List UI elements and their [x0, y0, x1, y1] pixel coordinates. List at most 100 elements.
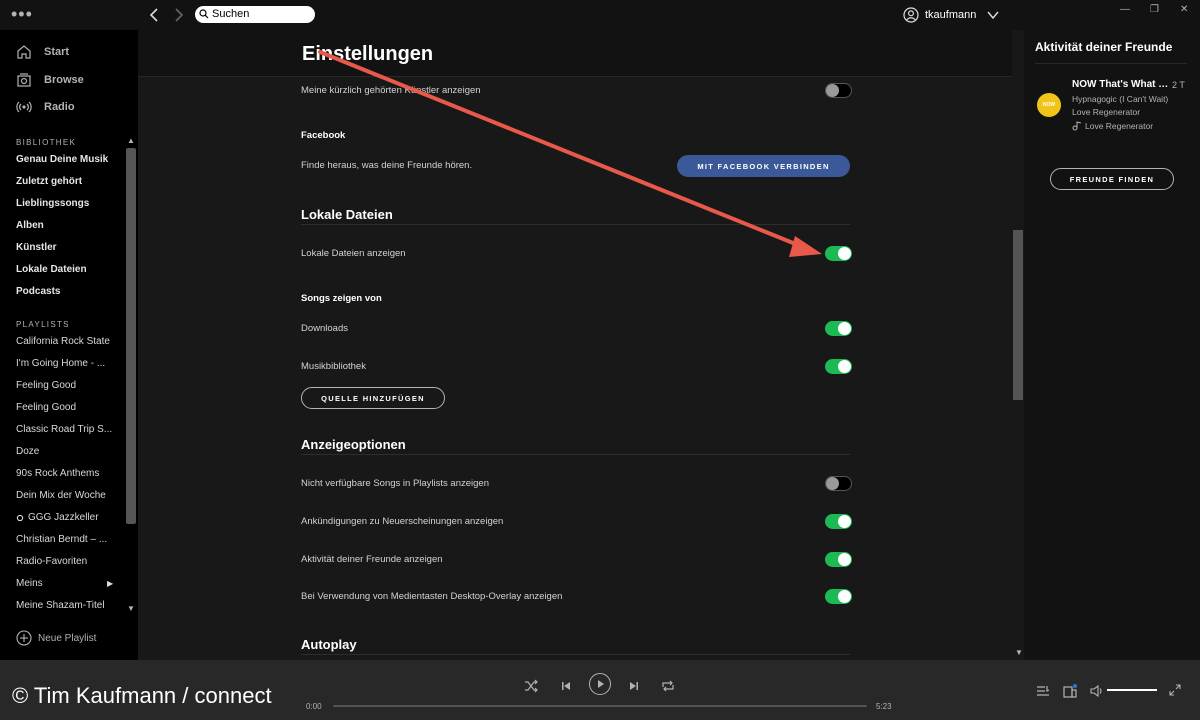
player-bar: © Tim Kaufmann / connect 0:00 5:23 [0, 660, 1200, 720]
friend-activity-toggle[interactable] [825, 552, 852, 567]
playlist-item[interactable]: 90s Rock Anthems [16, 468, 114, 479]
search-placeholder: Suchen [212, 8, 250, 20]
source-music-library-toggle[interactable] [825, 359, 852, 374]
friend-playing-title[interactable]: NOW That's What I Call Music [1072, 79, 1170, 90]
watermark: © Tim Kaufmann / connect [12, 683, 272, 708]
friends-title: Aktivität deiner Freunde [1035, 40, 1173, 54]
user-menu[interactable]: tkaufmann [903, 6, 976, 24]
previous-icon[interactable] [558, 678, 574, 694]
new-releases-toggle[interactable] [825, 514, 852, 529]
source-downloads-toggle[interactable] [825, 321, 852, 336]
sidebar-item-artists[interactable]: Künstler [16, 242, 122, 253]
sidebar-item-label: Browse [44, 74, 84, 86]
add-source-button[interactable]: QUELLE HINZUFÜGEN [301, 387, 445, 409]
new-releases-label: Ankündigungen zu Neuerscheinungen anzeig… [301, 516, 504, 527]
friend-activity-time: 2 T [1172, 80, 1185, 90]
chevron-down-icon[interactable] [986, 8, 1000, 22]
new-playlist-label: Neue Playlist [38, 632, 97, 644]
autoplay-heading: Autoplay [301, 637, 357, 652]
scroll-up-icon[interactable]: ▲ [127, 136, 135, 145]
library-section-label: BIBLIOTHEK [16, 138, 77, 147]
scroll-down-icon[interactable]: ▼ [1015, 648, 1023, 657]
recent-artists-label: Meine kürzlich gehörten Künstler anzeige… [301, 85, 481, 96]
desktop-overlay-label: Bei Verwendung von Medientasten Desktop-… [301, 591, 563, 602]
friend-avatar[interactable]: NOW [1037, 93, 1061, 117]
friend-activity-label: Aktivität deiner Freunde anzeigen [301, 554, 443, 565]
playlist-item[interactable]: Feeling Good [16, 380, 114, 391]
volume-icon[interactable] [1090, 684, 1104, 698]
collaborative-dot-icon [16, 514, 24, 521]
section-divider [301, 224, 850, 225]
fullscreen-icon[interactable] [1169, 684, 1181, 696]
sidebar-item-radio[interactable]: Radio [16, 97, 75, 117]
user-avatar-icon [903, 7, 919, 23]
shuffle-icon[interactable] [523, 678, 539, 694]
play-button[interactable] [589, 673, 611, 695]
connect-facebook-button[interactable]: MIT FACEBOOK VERBINDEN [677, 155, 850, 177]
sidebar-scrollbar[interactable] [126, 148, 136, 524]
playlist-item[interactable]: Feeling Good [16, 402, 114, 413]
progress-bar[interactable] [333, 705, 867, 707]
playlist-item[interactable]: Meine Shazam-Titel [16, 600, 114, 611]
scroll-down-icon[interactable]: ▼ [127, 604, 135, 613]
close-icon[interactable]: ✕ [1180, 4, 1188, 15]
menu-dots-icon[interactable]: ••• [11, 4, 33, 25]
desktop-overlay-toggle[interactable] [825, 589, 852, 604]
home-icon [17, 45, 31, 59]
queue-icon[interactable] [1036, 684, 1050, 698]
playlist-item[interactable]: GGG Jazzkeller [16, 512, 114, 523]
friend-context[interactable]: Love Regenerator [1072, 121, 1153, 131]
source-downloads-label: Downloads [301, 323, 348, 334]
total-time: 5:23 [876, 702, 892, 711]
browse-icon [17, 73, 31, 87]
friend-track[interactable]: Hypnagogic (I Can't Wait) [1072, 94, 1170, 104]
local-files-heading: Lokale Dateien [301, 207, 393, 222]
playlist-item-label: GGG Jazzkeller [28, 512, 99, 523]
repeat-icon[interactable] [660, 678, 676, 694]
unavailable-songs-label: Nicht verfügbare Songs in Playlists anze… [301, 478, 489, 489]
recent-artists-toggle[interactable] [825, 83, 852, 98]
new-playlist-button[interactable]: Neue Playlist [16, 630, 96, 646]
source-music-library-label: Musikbibliothek [301, 361, 366, 372]
sidebar-item-recently-played[interactable]: Zuletzt gehört [16, 176, 122, 187]
friend-context-label: Love Regenerator [1085, 121, 1154, 131]
volume-level [1107, 689, 1157, 691]
playlist-item[interactable]: Radio-Favoriten [16, 556, 114, 567]
settings-view: Einstellungen Meine kürzlich gehörten Kü… [138, 30, 1024, 660]
sidebar-item-label: Radio [44, 101, 75, 113]
sidebar-item-podcasts[interactable]: Podcasts [16, 286, 122, 297]
search-icon [199, 9, 209, 19]
show-local-files-toggle[interactable] [825, 246, 852, 261]
playlist-item[interactable]: California Rock State [16, 336, 114, 347]
settings-header: Einstellungen [138, 30, 1012, 77]
friend-artist[interactable]: Love Regenerator [1072, 107, 1140, 117]
sidebar-item-liked-songs[interactable]: Lieblingssongs [16, 198, 122, 209]
sidebar-item-browse[interactable]: Browse [16, 70, 84, 90]
unavailable-songs-toggle[interactable] [825, 476, 852, 491]
playlist-item[interactable]: Doze [16, 446, 114, 457]
back-arrow-icon[interactable] [147, 6, 163, 24]
facebook-heading: Facebook [301, 130, 346, 141]
main-scrollbar[interactable] [1013, 230, 1023, 400]
volume-slider[interactable] [1107, 689, 1157, 691]
minimize-icon[interactable]: — [1120, 4, 1130, 15]
folder-expand-icon[interactable]: ▶ [107, 579, 113, 588]
sidebar-item-start[interactable]: Start [16, 42, 69, 62]
facebook-description: Finde heraus, was deine Freunde hören. [301, 160, 473, 171]
search-input[interactable]: Suchen [195, 6, 315, 23]
devices-icon[interactable] [1063, 684, 1077, 698]
sidebar-item-made-for-you[interactable]: Genau Deine Musik [16, 154, 122, 165]
playlist-item[interactable]: I'm Going Home - ... [16, 358, 114, 369]
songs-from-heading: Songs zeigen von [301, 293, 382, 304]
playlist-item[interactable]: Classic Road Trip S... [16, 424, 114, 435]
sidebar-item-local-files[interactable]: Lokale Dateien [16, 264, 122, 275]
playlist-folder[interactable]: Meins [16, 578, 114, 589]
playlist-item[interactable]: Dein Mix der Woche [16, 490, 114, 501]
elapsed-time: 0:00 [306, 702, 322, 711]
find-friends-button[interactable]: FREUNDE FINDEN [1050, 168, 1174, 190]
restore-icon[interactable]: ❐ [1150, 4, 1159, 15]
playlist-item[interactable]: Christian Berndt – ... [16, 534, 114, 545]
forward-arrow-icon[interactable] [170, 6, 186, 24]
next-icon[interactable] [626, 678, 642, 694]
sidebar-item-albums[interactable]: Alben [16, 220, 122, 231]
